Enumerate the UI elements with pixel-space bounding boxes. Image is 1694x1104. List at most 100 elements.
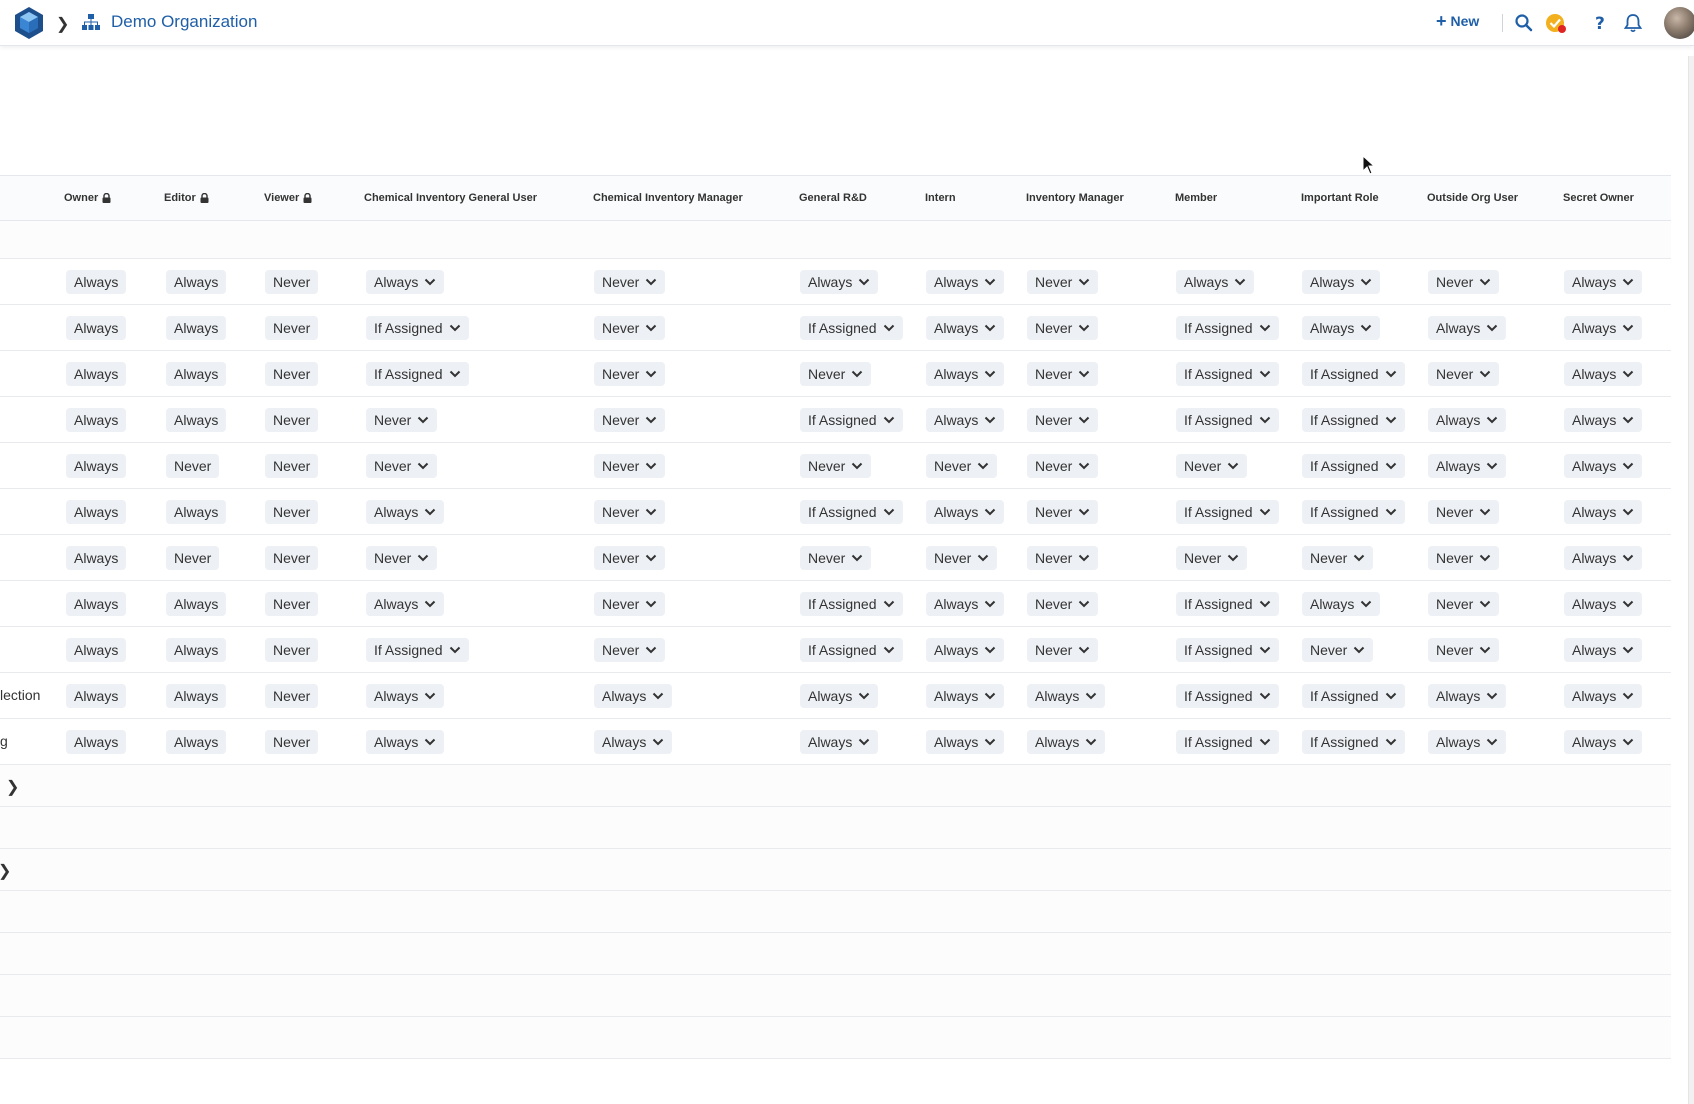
permission-dropdown[interactable]: Never [1428,270,1500,294]
permission-dropdown[interactable]: Always [1564,638,1643,662]
permission-dropdown[interactable]: Always [1428,316,1507,340]
permission-dropdown[interactable]: Always [366,730,445,754]
tasks-check-icon[interactable] [1545,12,1567,34]
permission-dropdown[interactable]: If Assigned [1302,500,1405,524]
permission-dropdown[interactable]: If Assigned [366,362,469,386]
permission-dropdown[interactable]: If Assigned [1302,408,1405,432]
permission-dropdown[interactable]: If Assigned [800,408,903,432]
permission-dropdown[interactable]: Always [594,684,673,708]
permission-dropdown[interactable]: Always [1564,500,1643,524]
permission-dropdown[interactable]: Never [1027,408,1099,432]
permission-dropdown[interactable]: Always [594,730,673,754]
permission-dropdown[interactable]: If Assigned [1176,730,1279,754]
permission-dropdown[interactable]: Never [1027,638,1099,662]
permission-dropdown[interactable]: Always [1564,684,1643,708]
permission-dropdown[interactable]: Never [1027,316,1099,340]
permission-dropdown[interactable]: Never [594,592,666,616]
group-row[interactable]: ❯ [0,849,1671,891]
permission-dropdown[interactable]: If Assigned [1302,362,1405,386]
permission-dropdown[interactable]: Always [1564,730,1643,754]
permission-dropdown[interactable]: Always [1564,270,1643,294]
permission-dropdown[interactable]: Never [926,546,998,570]
permission-dropdown[interactable]: Always [1564,316,1643,340]
permission-dropdown[interactable]: If Assigned [1176,592,1279,616]
permission-dropdown[interactable]: Never [594,408,666,432]
chevron-right-icon[interactable]: ❯ [0,861,11,881]
permission-dropdown[interactable]: Always [926,684,1005,708]
permission-dropdown[interactable]: Never [1027,362,1099,386]
group-row[interactable]: ❯ [0,765,1671,807]
permission-dropdown[interactable]: Never [926,454,998,478]
permission-dropdown[interactable]: Always [1302,270,1381,294]
permission-dropdown[interactable]: Never [594,316,666,340]
permission-dropdown[interactable]: Never [1027,454,1099,478]
search-icon[interactable] [1513,12,1535,34]
permission-dropdown[interactable]: Never [1027,500,1099,524]
notifications-bell-icon[interactable] [1622,12,1644,34]
permission-dropdown[interactable]: Always [800,684,879,708]
permission-dropdown[interactable]: Never [594,638,666,662]
permission-dropdown[interactable]: Always [926,316,1005,340]
permission-dropdown[interactable]: If Assigned [1302,684,1405,708]
permission-dropdown[interactable]: Always [800,270,879,294]
permission-dropdown[interactable]: Always [926,592,1005,616]
permission-dropdown[interactable]: Never [366,454,438,478]
permission-dropdown[interactable]: Always [926,730,1005,754]
permission-dropdown[interactable]: Always [1176,270,1255,294]
permission-dropdown[interactable]: Never [1176,546,1248,570]
permission-dropdown[interactable]: Always [366,592,445,616]
user-avatar[interactable] [1664,7,1694,39]
vertical-scrollbar[interactable] [1688,56,1694,1104]
permission-dropdown[interactable]: Never [366,546,438,570]
permission-dropdown[interactable]: Never [1428,638,1500,662]
permission-dropdown[interactable]: If Assigned [366,638,469,662]
permission-dropdown[interactable]: Never [1302,546,1374,570]
permission-dropdown[interactable]: Always [926,408,1005,432]
permission-dropdown[interactable]: Always [1027,684,1106,708]
permission-dropdown[interactable]: If Assigned [1176,362,1279,386]
permission-dropdown[interactable]: Never [1428,592,1500,616]
permission-dropdown[interactable]: If Assigned [1176,684,1279,708]
permission-dropdown[interactable]: Always [1564,362,1643,386]
permission-dropdown[interactable]: Always [926,362,1005,386]
permission-dropdown[interactable]: Never [594,500,666,524]
app-logo-icon[interactable] [12,6,46,40]
permission-dropdown[interactable]: Never [1302,638,1374,662]
permission-dropdown[interactable]: If Assigned [1176,500,1279,524]
permission-dropdown[interactable]: Always [1428,730,1507,754]
permission-dropdown[interactable]: If Assigned [800,638,903,662]
permission-dropdown[interactable]: Never [1027,592,1099,616]
permission-dropdown[interactable]: Never [1428,500,1500,524]
permission-dropdown[interactable]: Always [926,500,1005,524]
permission-dropdown[interactable]: Never [1428,362,1500,386]
permission-dropdown[interactable]: If Assigned [800,316,903,340]
permission-dropdown[interactable]: Always [366,500,445,524]
permission-dropdown[interactable]: Always [366,270,445,294]
permission-dropdown[interactable]: Never [1176,454,1248,478]
permission-dropdown[interactable]: If Assigned [1302,454,1405,478]
permission-dropdown[interactable]: Never [594,546,666,570]
permission-dropdown[interactable]: Always [1428,454,1507,478]
permission-dropdown[interactable]: Always [1428,684,1507,708]
permission-dropdown[interactable]: Never [594,454,666,478]
permission-dropdown[interactable]: Always [1564,408,1643,432]
permission-dropdown[interactable]: Always [1564,546,1643,570]
permission-dropdown[interactable]: Never [800,454,872,478]
permission-dropdown[interactable]: Always [800,730,879,754]
permission-dropdown[interactable]: Always [1564,454,1643,478]
permission-dropdown[interactable]: Always [1027,730,1106,754]
breadcrumb-organization[interactable]: Demo Organization [111,12,257,32]
chevron-right-icon[interactable]: ❯ [6,777,19,797]
permission-dropdown[interactable]: Never [1027,270,1099,294]
permission-dropdown[interactable]: Never [594,362,666,386]
permission-dropdown[interactable]: Never [1428,546,1500,570]
permission-dropdown[interactable]: Never [800,362,872,386]
new-button[interactable]: + New [1436,12,1479,30]
permission-dropdown[interactable]: Always [926,638,1005,662]
permission-dropdown[interactable]: Always [366,684,445,708]
permission-dropdown[interactable]: Never [594,270,666,294]
permission-dropdown[interactable]: If Assigned [1302,730,1405,754]
permission-dropdown[interactable]: Never [800,546,872,570]
permission-dropdown[interactable]: Always [1302,316,1381,340]
permission-dropdown[interactable]: Always [1302,592,1381,616]
